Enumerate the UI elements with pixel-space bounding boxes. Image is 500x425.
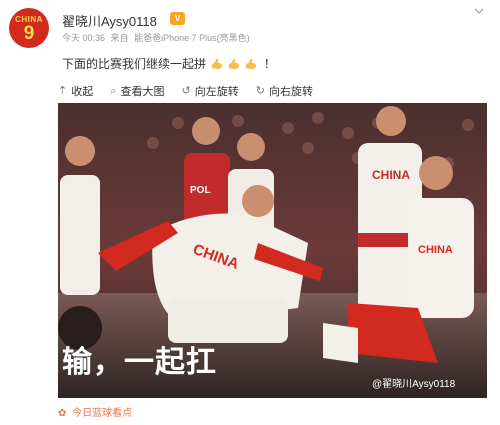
image-caption: 输，一起扛	[62, 346, 217, 379]
rotate-right-icon: ↻	[255, 84, 266, 97]
post-meta: 今天 00:36 来自 能爸爸iPhone 7 Plus(亮黑色)	[62, 31, 253, 44]
strong-arm-icon	[246, 58, 257, 70]
post-source[interactable]: 能爸爸iPhone 7 Plus(亮黑色)	[134, 33, 250, 43]
topic-link[interactable]: ✿ 今日篮球看点	[58, 404, 132, 419]
rotate-left-button[interactable]: ↺ 向左旋转	[182, 83, 239, 99]
source-prefix: 来自	[110, 33, 129, 43]
collapse-label: 收起	[71, 86, 94, 98]
post-header: CHINA 9 翟晓川Aysy0118 V 今天 00:36 来自 能爸爸iPh…	[0, 0, 500, 52]
strong-arm-icon	[212, 58, 223, 70]
avatar-number: 9	[23, 23, 35, 44]
image-watermark: @翟晓川Aysy0118	[372, 379, 456, 390]
jersey-china-right-text: CHINA	[372, 168, 410, 182]
view-large-image-label: 查看大图	[120, 86, 165, 98]
jersey-china-crouch-text: CHINA	[418, 244, 453, 256]
flower-icon: ✿	[58, 408, 67, 419]
chevron-down-icon[interactable]	[472, 4, 486, 18]
post-text: 下面的比赛我们继续一起拼 ！	[62, 55, 276, 72]
view-large-image-button[interactable]: ⌕ 查看大图	[110, 83, 164, 99]
collapse-button[interactable]: ⇡ 收起	[58, 83, 93, 99]
avatar[interactable]: CHINA 9	[9, 8, 49, 48]
topic-label: 今日篮球看点	[72, 408, 133, 419]
image-actions: ⇡ 收起 ⌕ 查看大图 ↺ 向左旋转 ↻ 向右旋转	[58, 83, 327, 101]
post-text-body: 下面的比赛我们继续一起拼	[62, 57, 207, 71]
username[interactable]: 翟晓川Aysy0118	[62, 11, 157, 30]
rotate-right-label: 向右旋转	[269, 86, 314, 98]
jersey-pol-text: POL	[190, 185, 211, 196]
post-text-suffix: ！	[263, 57, 276, 71]
collapse-up-icon: ⇡	[58, 84, 68, 97]
rotate-left-label: 向左旋转	[194, 86, 239, 98]
search-icon: ⌕	[110, 84, 117, 97]
post-time: 今天 00:36	[62, 33, 106, 43]
vip-badge-icon: V	[170, 12, 185, 25]
rotate-left-icon: ↺	[181, 84, 191, 97]
rotate-right-button[interactable]: ↻ 向右旋转	[256, 83, 313, 99]
strong-arm-icon	[229, 58, 240, 70]
